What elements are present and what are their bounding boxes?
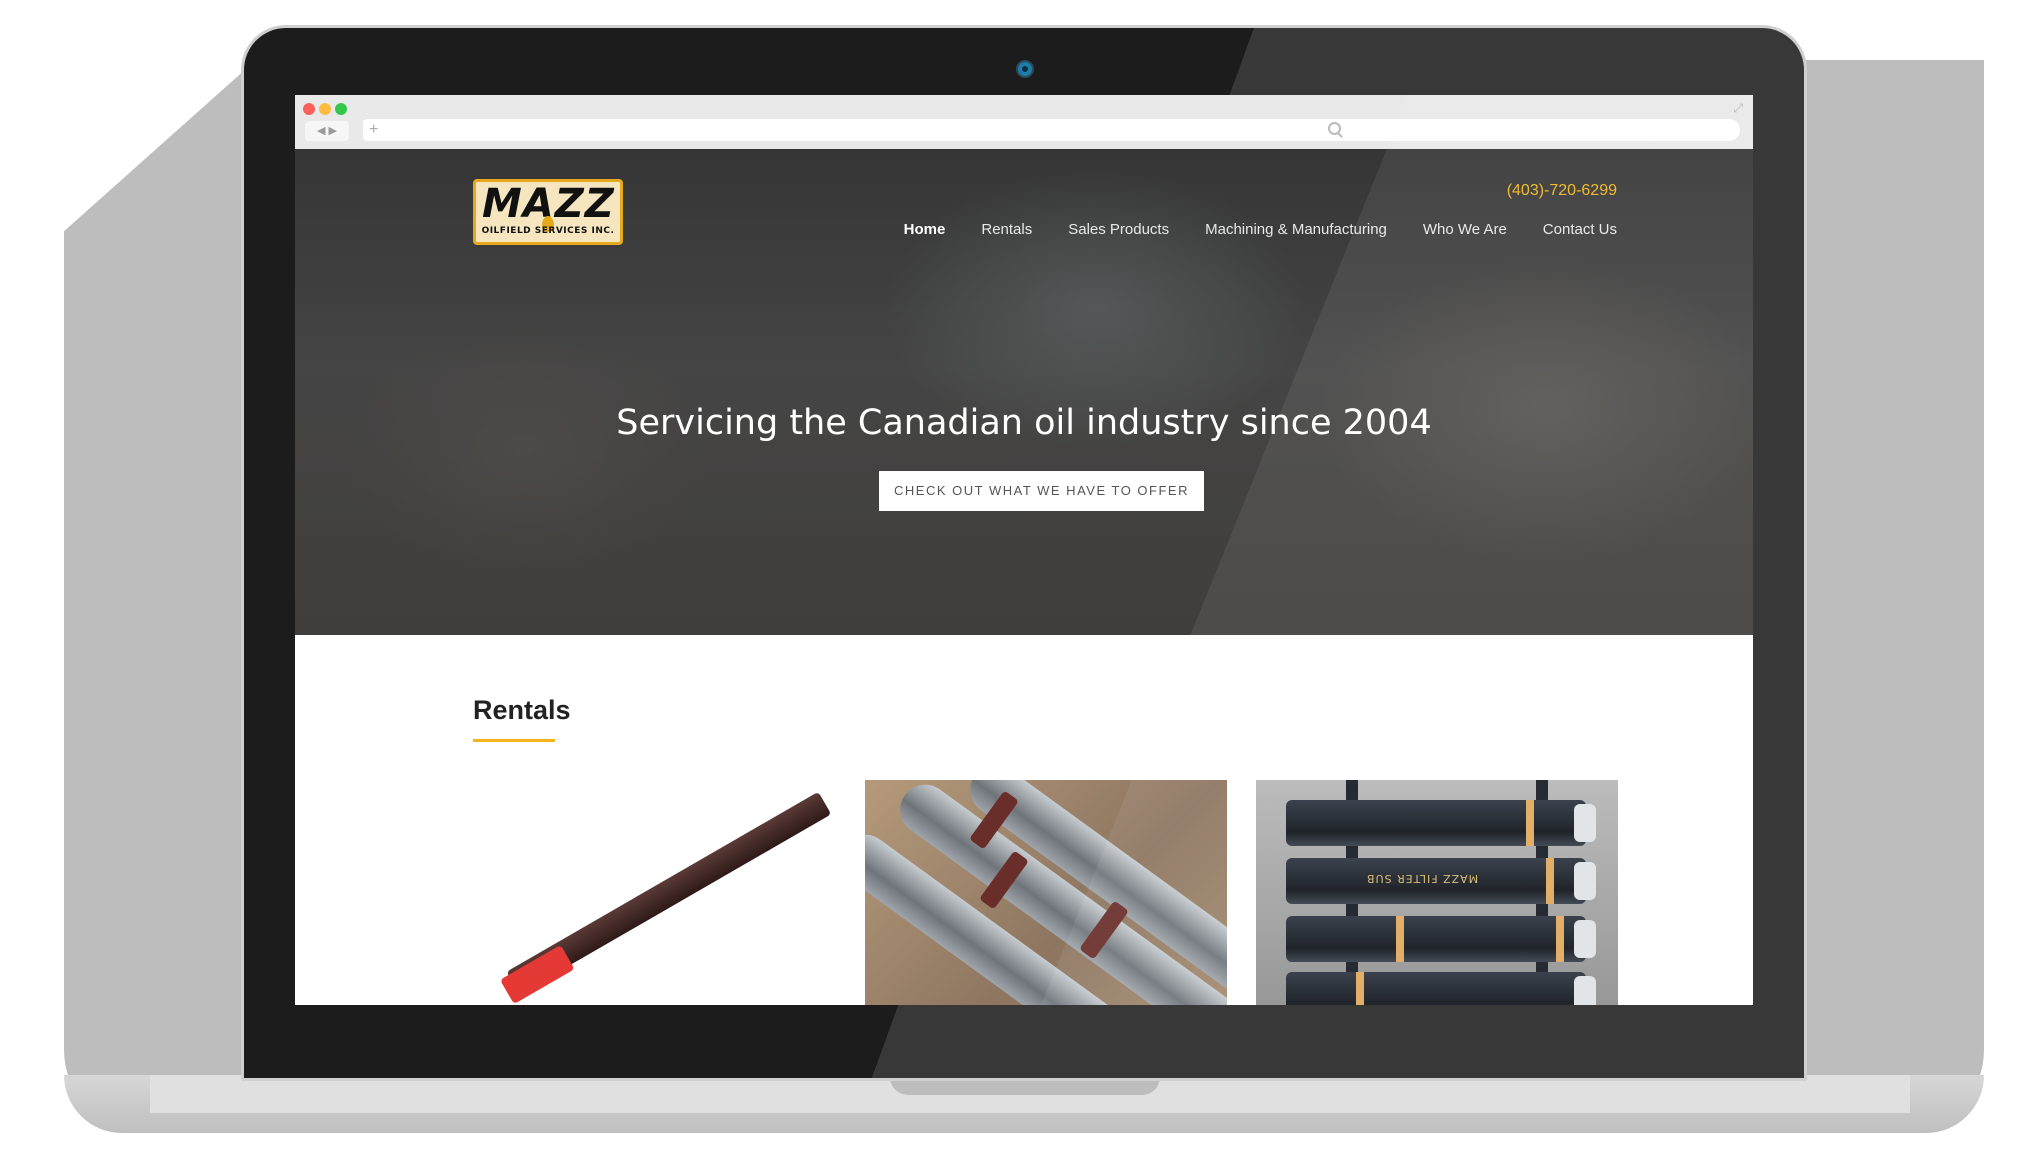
url-bar[interactable]: + [363, 119, 1363, 141]
site-logo[interactable]: MAZZ OILFIELD SERVICES INC. [473, 179, 623, 245]
browser-chrome: ◀ ▶ + ⤢ [295, 95, 1753, 150]
logo-subtext: OILFIELD SERVICES INC. [481, 226, 615, 236]
laptop-hinge-notch [890, 1075, 1160, 1095]
nav-contact-us[interactable]: Contact Us [1543, 221, 1617, 238]
pipe-band [1396, 916, 1404, 962]
nav-home[interactable]: Home [904, 221, 946, 238]
browser-window: ◀ ▶ + ⤢ MAZZ OILFIELD SERVICES INC. (403… [295, 95, 1753, 1005]
main-nav: Home Rentals Sales Products Machining & … [904, 221, 1617, 238]
pipe-end-cap [1574, 804, 1596, 842]
fullscreen-icon[interactable]: ⤢ [1733, 101, 1743, 116]
close-window-icon[interactable] [303, 103, 315, 115]
phone-number[interactable]: (403)-720-6299 [1507, 182, 1617, 200]
filter-sub-label: MAZZ FILTER SUB [1366, 872, 1479, 885]
pipe-end-cap [1574, 862, 1596, 900]
pipe-band [1556, 916, 1564, 962]
pipe-end-cap [1574, 920, 1596, 958]
filter-sub-pipe [1286, 972, 1596, 1005]
rental-card-pipes[interactable] [865, 780, 1227, 1005]
browser-search-bar[interactable] [1320, 119, 1740, 141]
camera-icon [1018, 62, 1032, 76]
search-icon [1328, 122, 1341, 135]
maximize-window-icon[interactable] [335, 103, 347, 115]
filter-sub-pipe [1286, 916, 1596, 962]
cta-button[interactable]: CHECK OUT WHAT WE HAVE TO OFFER [879, 471, 1204, 511]
pipe-end-cap [1574, 976, 1596, 1005]
minimize-window-icon[interactable] [319, 103, 331, 115]
rental-card-filter-subs[interactable]: MAZZ FILTER SUB [1256, 780, 1618, 1005]
hero-banner: MAZZ OILFIELD SERVICES INC. (403)-720-62… [295, 149, 1753, 635]
back-forward-buttons[interactable]: ◀ ▶ [305, 121, 349, 141]
pipe-band [1546, 858, 1554, 904]
filter-sub-pipe [1286, 800, 1596, 846]
rentals-heading: Rentals [473, 695, 571, 725]
hero-title: Servicing the Canadian oil industry sinc… [616, 403, 1432, 443]
nav-who-we-are[interactable]: Who We Are [1423, 221, 1507, 238]
rental-card-tool[interactable] [473, 780, 835, 1005]
pipe-band [1356, 972, 1364, 1005]
nav-machining-manufacturing[interactable]: Machining & Manufacturing [1205, 221, 1387, 238]
pipe-band [1526, 800, 1534, 846]
filter-sub-pipe: MAZZ FILTER SUB [1286, 858, 1596, 904]
nav-rentals[interactable]: Rentals [981, 221, 1032, 238]
new-tab-icon[interactable]: + [369, 119, 378, 141]
rentals-heading-underline [473, 739, 555, 742]
nav-sales-products[interactable]: Sales Products [1068, 221, 1169, 238]
